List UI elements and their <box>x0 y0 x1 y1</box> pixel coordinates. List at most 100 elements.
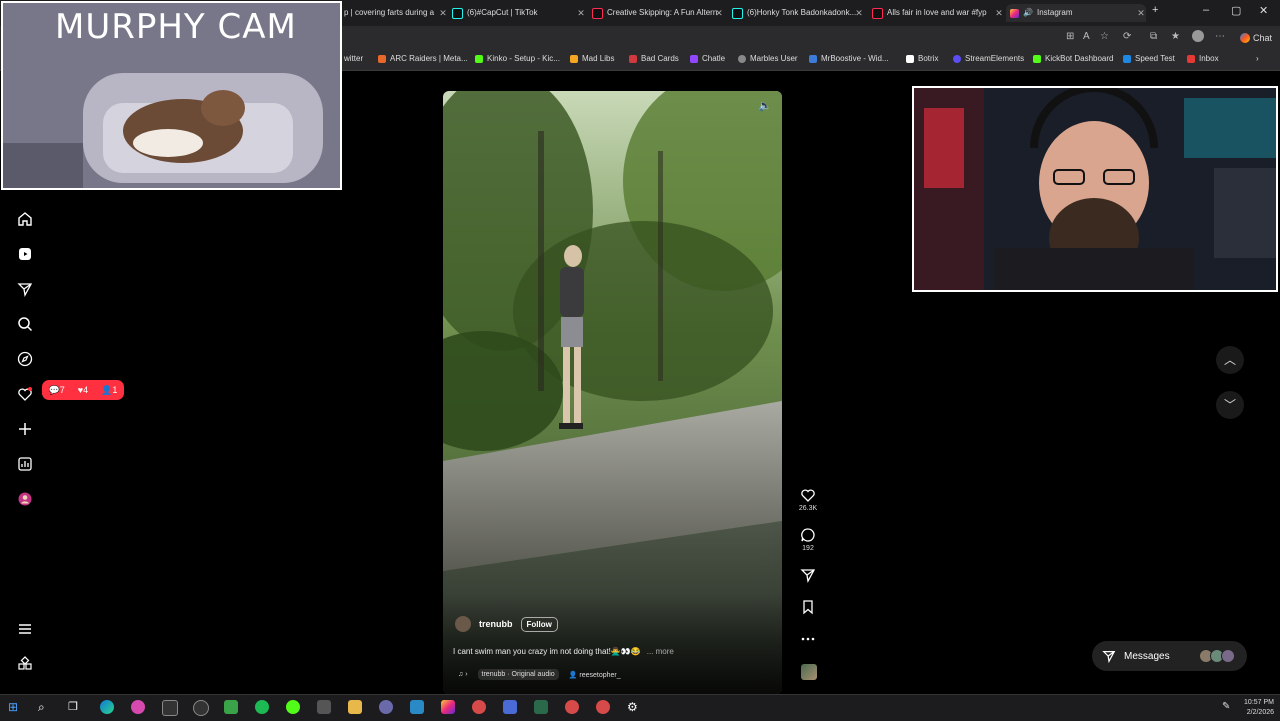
close-icon[interactable]: ✕ <box>438 4 448 22</box>
bookmark-item[interactable]: Botrix <box>906 54 938 63</box>
explore-compass-icon[interactable] <box>17 351 33 367</box>
more-options-icon[interactable]: ⋯ <box>1215 31 1225 42</box>
tagged-user-label: reesetopher_ <box>579 671 621 679</box>
save-action[interactable] <box>794 599 822 615</box>
close-window-icon[interactable]: ✕ <box>1259 4 1268 17</box>
bookmark-label: StreamElements <box>965 54 1025 63</box>
browser-tab-active[interactable]: 🔊 Instagram ✕ <box>1006 4 1146 22</box>
copilot-chat-button[interactable]: Chat <box>1239 30 1272 46</box>
author-avatar[interactable] <box>455 616 471 632</box>
search-icon[interactable]: ⌕ <box>38 700 52 714</box>
music-note-icon[interactable]: ♫ › <box>458 671 468 678</box>
author-username[interactable]: trenubb <box>479 619 513 629</box>
bookmark-item[interactable]: Chatle <box>690 54 725 63</box>
file-explorer-icon[interactable] <box>348 700 362 714</box>
reels-icon[interactable] <box>17 246 33 262</box>
app-icon[interactable] <box>379 700 393 714</box>
profile-avatar[interactable] <box>1192 30 1204 42</box>
browser-tab[interactable]: (6)Honky Tonk Badonkadonk... ✕ <box>728 4 864 22</box>
extensions-icon[interactable]: ⧉ <box>1150 31 1157 42</box>
taskbar-clock[interactable]: 10:57 PM 2/2/2026 <box>1244 698 1274 718</box>
audio-thumbnail[interactable] <box>801 664 817 680</box>
minimize-icon[interactable]: – <box>1203 4 1209 16</box>
chevron-right-icon[interactable]: › <box>1256 54 1259 63</box>
bookmark-item[interactable]: Kinko - Setup - Kic... <box>475 54 560 63</box>
home-icon[interactable] <box>17 211 33 227</box>
task-view-icon[interactable]: ❐ <box>68 700 82 714</box>
bookmark-item[interactable]: Marbles User <box>738 54 798 63</box>
app-icon[interactable] <box>503 700 517 714</box>
previous-reel-button[interactable]: ︿ <box>1216 346 1244 374</box>
browser-tab[interactable]: (6)#CapCut | TikTok ✕ <box>448 4 586 22</box>
app-icon[interactable] <box>596 700 610 714</box>
streamer-webcam <box>912 86 1278 292</box>
app-icon[interactable] <box>224 700 238 714</box>
instagram-icon[interactable] <box>441 700 455 714</box>
comment-action[interactable]: 192 <box>794 527 822 552</box>
edge-icon[interactable] <box>100 700 114 714</box>
close-icon[interactable]: ✕ <box>994 4 1004 22</box>
bookmark-item[interactable]: StreamElements <box>953 54 1024 63</box>
new-tab-button[interactable]: + <box>1152 4 1158 16</box>
share-action[interactable] <box>794 567 822 583</box>
windows-start-icon[interactable]: ⊞ <box>8 700 22 714</box>
bookmark-item[interactable]: witter <box>344 54 363 63</box>
notif-comments-count: 7 <box>59 384 65 395</box>
also-from-meta-icon[interactable] <box>17 656 33 672</box>
heart-notifications-icon[interactable] <box>17 386 33 402</box>
reel-video[interactable]: 🔈 trenubb Follow I cant swim man you cra… <box>443 91 782 694</box>
murphy-cam-title: MURPHY CAM <box>55 7 297 47</box>
profile-avatar-icon[interactable] <box>17 491 33 507</box>
app-icon[interactable] <box>317 700 331 714</box>
bookmark-icon <box>570 54 578 63</box>
chevron-up-icon: ︿ <box>1223 353 1236 367</box>
favorites-icon[interactable]: ★ <box>1171 31 1180 42</box>
dashboard-icon[interactable] <box>17 456 33 472</box>
bookmark-item[interactable]: MrBoostive - Wid... <box>809 54 889 63</box>
refresh-icon[interactable]: ⟳ <box>1123 31 1131 42</box>
app-icon[interactable] <box>534 700 548 714</box>
app-icon[interactable] <box>472 700 486 714</box>
spotify-icon[interactable] <box>255 700 269 714</box>
bookmark-item[interactable]: ARC Raiders | Meta... <box>378 54 468 63</box>
settings-gear-icon[interactable]: ⚙ <box>627 700 641 714</box>
browser-tab[interactable]: Creative Skipping: A Fun Altern ✕ <box>588 4 724 22</box>
close-icon[interactable]: ✕ <box>714 4 724 22</box>
messages-button[interactable]: Messages <box>1092 641 1247 671</box>
search-icon[interactable] <box>17 316 33 332</box>
like-action[interactable]: 26.3K <box>794 487 822 512</box>
bookmark-item[interactable]: Inbox <box>1187 54 1219 63</box>
next-reel-button[interactable]: ﹀ <box>1216 391 1244 419</box>
more-options-action[interactable] <box>794 631 822 647</box>
caption-more-link[interactable]: ... more <box>647 647 674 656</box>
app-icon[interactable] <box>410 700 424 714</box>
close-icon[interactable]: ✕ <box>854 4 864 22</box>
bookmark-item[interactable]: Mad Libs <box>570 54 614 63</box>
notification-badge[interactable]: 💬7 ♥4 👤1 <box>42 380 124 400</box>
follow-button[interactable]: Follow <box>520 616 558 632</box>
app-icon[interactable] <box>162 700 178 716</box>
tagged-user[interactable]: 👤 reesetopher_ <box>569 671 621 679</box>
audio-label[interactable]: trenubb · Original audio <box>477 669 559 680</box>
browser-tab[interactable]: Alls fair in love and war #fyp ✕ <box>868 4 1004 22</box>
close-icon[interactable]: ✕ <box>576 4 586 22</box>
mute-toggle-icon[interactable]: 🔈 <box>758 99 772 112</box>
kick-icon[interactable] <box>286 700 300 714</box>
app-icon[interactable] <box>131 700 145 714</box>
create-plus-icon[interactable] <box>17 421 33 437</box>
bookmark-label: Kinko - Setup - Kic... <box>487 54 560 63</box>
hamburger-menu-icon[interactable] <box>17 621 33 637</box>
pen-icon[interactable]: ✎ <box>1222 700 1236 714</box>
bookmark-item[interactable]: Speed Test <box>1123 54 1175 63</box>
apps-icon[interactable]: ⊞ <box>1066 31 1074 42</box>
browser-tab[interactable]: p | covering farts during a ✕ <box>340 4 448 22</box>
favorite-star-icon[interactable]: ☆ <box>1100 31 1109 42</box>
bookmark-item[interactable]: Bad Cards <box>629 54 679 63</box>
obs-icon[interactable] <box>193 700 209 716</box>
maximize-icon[interactable]: ▢ <box>1231 4 1241 17</box>
close-icon[interactable]: ✕ <box>1136 4 1146 22</box>
read-aloud-icon[interactable]: A <box>1083 31 1090 42</box>
app-icon[interactable] <box>565 700 579 714</box>
bookmark-item[interactable]: KickBot Dashboard <box>1033 54 1113 63</box>
direct-send-icon[interactable] <box>17 281 33 297</box>
